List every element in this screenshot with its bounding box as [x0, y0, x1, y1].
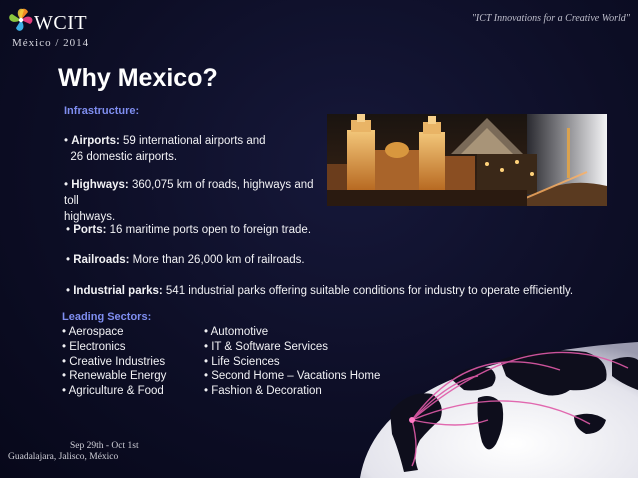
sector-item: • Aerospace — [62, 326, 124, 338]
infrastructure-heading: Infrastructure: — [64, 105, 140, 117]
bullet-label: Railroads: — [73, 254, 130, 266]
sector-item: • Automotive — [204, 326, 269, 338]
sectors-right-column: • Automotive • IT & Software Services • … — [204, 325, 380, 399]
sector-item: • Second Home – Vacations Home — [204, 370, 381, 383]
bullet-text: More than 26,000 km of railroads. — [129, 254, 305, 266]
tagline: "ICT Innovations for a Creative World" — [471, 13, 630, 24]
bullet-ports: • Ports: 16 maritime ports open to forei… — [66, 224, 312, 236]
bullet-text: 59 international airports and — [119, 135, 266, 147]
bullet-text: 541 industrial parks offering suitable c… — [162, 285, 574, 297]
sector-item: • IT & Software Services — [204, 340, 328, 353]
sector-item: • Electronics — [62, 340, 126, 353]
slide: WCIT México / 2014 "ICT Innovations for … — [0, 0, 638, 478]
event-dates: Sep 29th - Oct 1st Guadalajara, Jalisco,… — [8, 441, 139, 463]
slide-title: Why Mexico? — [58, 64, 218, 92]
bullet-text: 16 maritime ports open to foreign trade. — [106, 224, 312, 236]
sectors-heading: Leading Sectors: — [62, 311, 152, 323]
pinwheel-logo-icon — [9, 8, 33, 31]
bullet-highways: • Highways: 360,075 km of roads, highway… — [64, 179, 314, 223]
bullet-industrial-parks: • Industrial parks: 541 industrial parks… — [66, 285, 574, 297]
bullet-label: Airports: — [71, 135, 120, 147]
event-location: Guadalajara, Jalisco, México — [8, 452, 119, 462]
event-date-range: Sep 29th - Oct 1st — [70, 441, 139, 451]
logo-wordmark: WCIT — [34, 12, 88, 34]
bullet-airports: • Airports: 59 international airports an… — [64, 135, 266, 163]
sector-item: • Creative Industries — [62, 355, 166, 368]
logo-subtitle: México / 2014 — [12, 37, 90, 49]
sector-item: • Life Sciences — [204, 355, 280, 368]
mexico-city-night-photo — [327, 114, 607, 206]
wcit-logo: WCIT México / 2014 — [6, 4, 126, 54]
bullet-text-cont: 26 domestic airports. — [70, 151, 178, 163]
bullet-label: Ports: — [73, 224, 107, 236]
bullet-label: Industrial parks: — [73, 285, 163, 297]
sector-item: • Agriculture & Food — [62, 385, 164, 398]
bullet-label: Highways: — [71, 179, 129, 191]
bullet-railroads: • Railroads: More than 26,000 km of rail… — [66, 254, 305, 266]
world-map-globe-graphic — [360, 320, 638, 478]
sector-item: • Fashion & Decoration — [204, 385, 322, 398]
sectors-left-column: • Aerospace • Electronics • Creative Ind… — [62, 325, 166, 399]
sector-item: • Renewable Energy — [62, 370, 167, 383]
